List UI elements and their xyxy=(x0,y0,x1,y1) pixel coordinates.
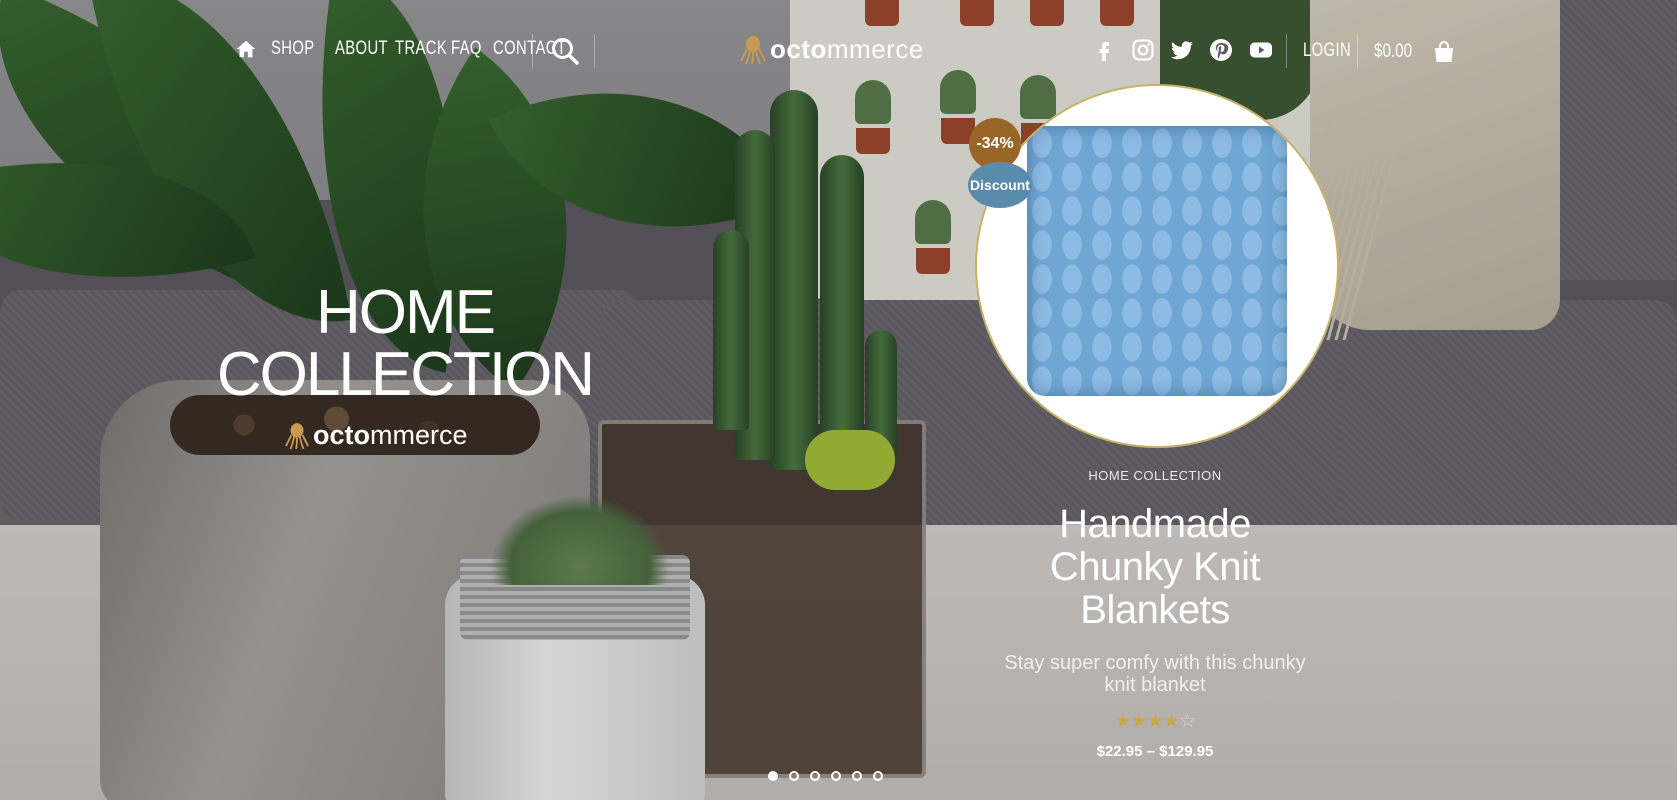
slider-dot[interactable] xyxy=(810,771,820,781)
slider-dot[interactable] xyxy=(789,771,799,781)
shopping-bag-icon xyxy=(1435,41,1453,62)
headline-line-1: HOME xyxy=(316,278,496,347)
slider-dot[interactable] xyxy=(768,771,778,781)
social-links xyxy=(1092,38,1274,62)
home-link[interactable] xyxy=(235,38,257,60)
nav-item-about[interactable]: ABOUT xyxy=(335,38,388,60)
hero-brand-logo: octommerce xyxy=(285,420,468,451)
star-filled-icon: ★ xyxy=(1114,711,1132,732)
nav-divider xyxy=(1357,34,1358,68)
nav-item-label: SHOP xyxy=(271,38,315,59)
nav-item-label: ABOUT xyxy=(335,38,389,59)
cart-total: $0.00 xyxy=(1374,41,1413,62)
product-title-line: Chunky Knit xyxy=(1049,545,1261,589)
product-image[interactable] xyxy=(975,84,1339,448)
octopus-logo-icon xyxy=(740,35,766,64)
star-empty-icon: ☆ xyxy=(1179,711,1196,732)
product-title[interactable]: Handmade Chunky Knit Blankets xyxy=(985,503,1325,632)
product-description-line: Stay super comfy with this chunky xyxy=(1004,652,1306,674)
discount-badge: Discount xyxy=(968,162,1032,208)
product-category[interactable]: HOME COLLECTION xyxy=(985,468,1325,483)
product-info: HOME COLLECTION Handmade Chunky Knit Bla… xyxy=(985,468,1325,760)
pinterest-icon[interactable] xyxy=(1209,38,1233,62)
product-description: Stay super comfy with this chunky knit b… xyxy=(985,652,1325,696)
knit-blanket-image xyxy=(1027,126,1287,396)
star-filled-icon: ★ xyxy=(1130,711,1148,732)
home-icon xyxy=(236,40,256,58)
slider-pagination xyxy=(768,771,883,781)
headline-line-2: COLLECTION xyxy=(216,340,595,409)
instagram-icon[interactable] xyxy=(1131,38,1155,62)
nav-divider xyxy=(1286,34,1287,68)
product-title-line: Handmade xyxy=(1059,502,1251,546)
slider-dot[interactable] xyxy=(831,771,841,781)
product-title-line: Blankets xyxy=(1080,588,1230,632)
nav-item-faq[interactable]: FAQ xyxy=(451,38,482,60)
logo-text-regular: mmerce xyxy=(826,34,924,64)
cart-button[interactable]: $0.00 xyxy=(1374,40,1456,64)
product-description-line: knit blanket xyxy=(1104,674,1206,696)
login-link[interactable]: LOGIN xyxy=(1303,40,1351,62)
main-nav: SHOP ABOUT TRACK FAQ CONTACT xyxy=(235,38,566,60)
rating-stars: ★★★★☆ xyxy=(985,710,1325,733)
discount-label: Discount xyxy=(970,177,1030,193)
octopus-logo-icon xyxy=(285,422,309,449)
nav-item-contact[interactable]: CONTACT xyxy=(493,38,566,60)
nav-item-track[interactable]: TRACK xyxy=(395,38,447,60)
nav-divider xyxy=(532,34,533,68)
slider-dot[interactable] xyxy=(852,771,862,781)
slider-dot[interactable] xyxy=(873,771,883,781)
star-filled-icon: ★ xyxy=(1163,711,1180,732)
logo-text-bold: octo xyxy=(770,34,827,64)
twitter-icon[interactable] xyxy=(1170,38,1194,62)
product-price: $22.95 – $129.95 xyxy=(1096,743,1214,760)
nav-item-shop[interactable]: SHOP xyxy=(271,38,321,60)
site-header: SHOP ABOUT TRACK FAQ CONTACT octommerce xyxy=(0,0,1677,104)
discount-percent-text: -34% xyxy=(976,135,1014,152)
youtube-icon[interactable] xyxy=(1248,38,1274,62)
facebook-icon[interactable] xyxy=(1092,38,1116,62)
hero-headline: HOME COLLECTION xyxy=(205,282,605,406)
star-filled-icon: ★ xyxy=(1146,711,1164,732)
nav-item-label: FAQ xyxy=(451,38,482,59)
nav-divider xyxy=(594,34,595,68)
brand-text-bold: octo xyxy=(313,420,370,450)
nav-item-label: TRACK xyxy=(395,38,448,59)
search-icon[interactable] xyxy=(550,36,580,66)
brand-text-regular: mmerce xyxy=(370,420,468,450)
site-logo[interactable]: octommerce xyxy=(740,34,924,65)
